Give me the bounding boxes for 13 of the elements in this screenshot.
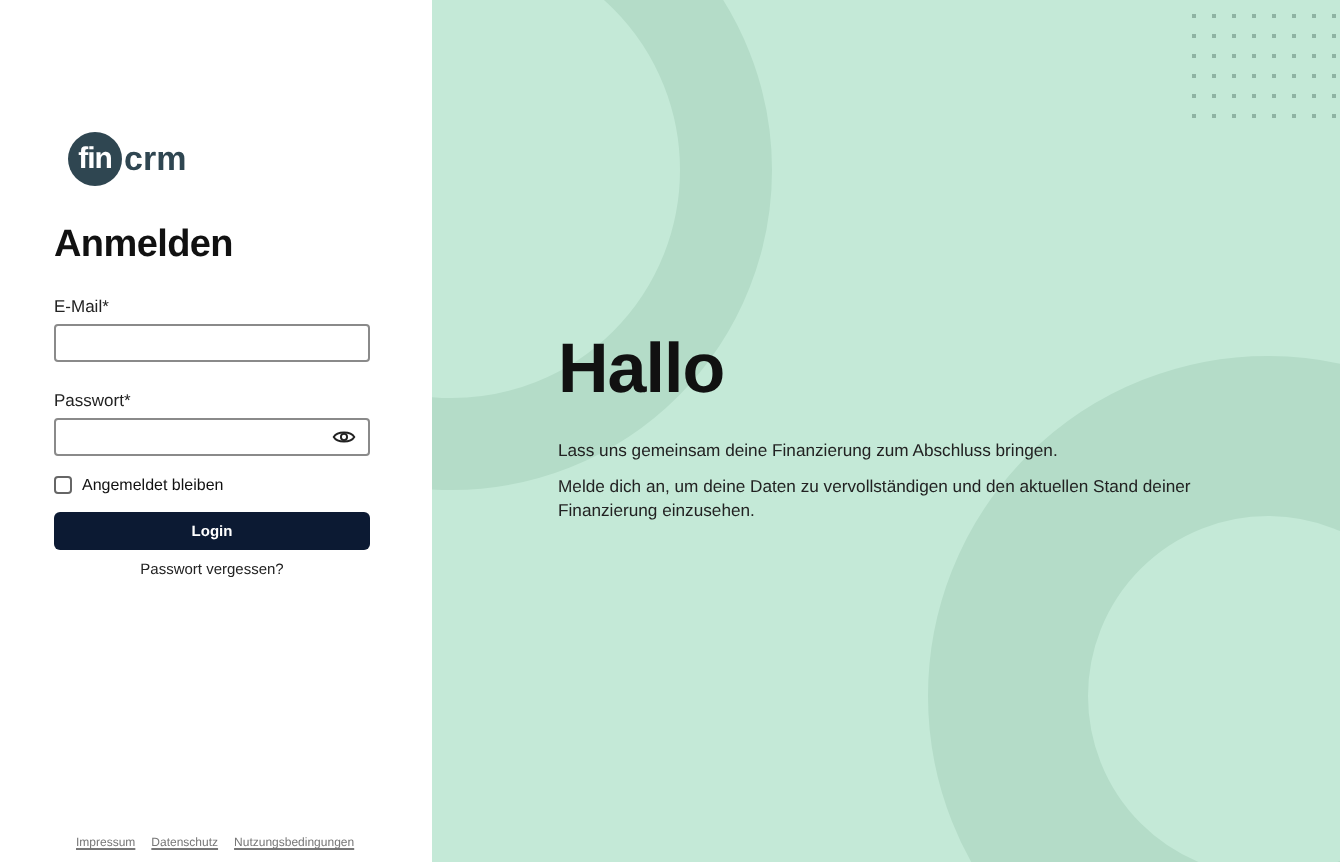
- page-heading: Anmelden: [54, 224, 235, 268]
- remember-label: Angemeldet bleiben: [82, 476, 224, 494]
- email-field[interactable]: [54, 324, 370, 362]
- field-label: E-Mail*: [54, 296, 111, 316]
- hero-title: Hallo: [558, 330, 727, 410]
- hero-text: Lass uns gemeinsam deine Finanzierung zum Abschluss bringen.: [558, 438, 1060, 462]
- hero-text: Melde dich an, um deine Daten zu vervollständigen und den aktuellen Stand deiner Finanzierung einzusehen.: [558, 474, 1193, 522]
- field-label: Passwort*: [54, 390, 133, 410]
- password-field[interactable]: [54, 418, 370, 456]
- logo-text: crm: [124, 139, 187, 179]
- remember-checkbox[interactable]: [54, 476, 72, 494]
- logo-mark: fin: [68, 132, 122, 186]
- eye-icon[interactable]: [332, 428, 356, 446]
